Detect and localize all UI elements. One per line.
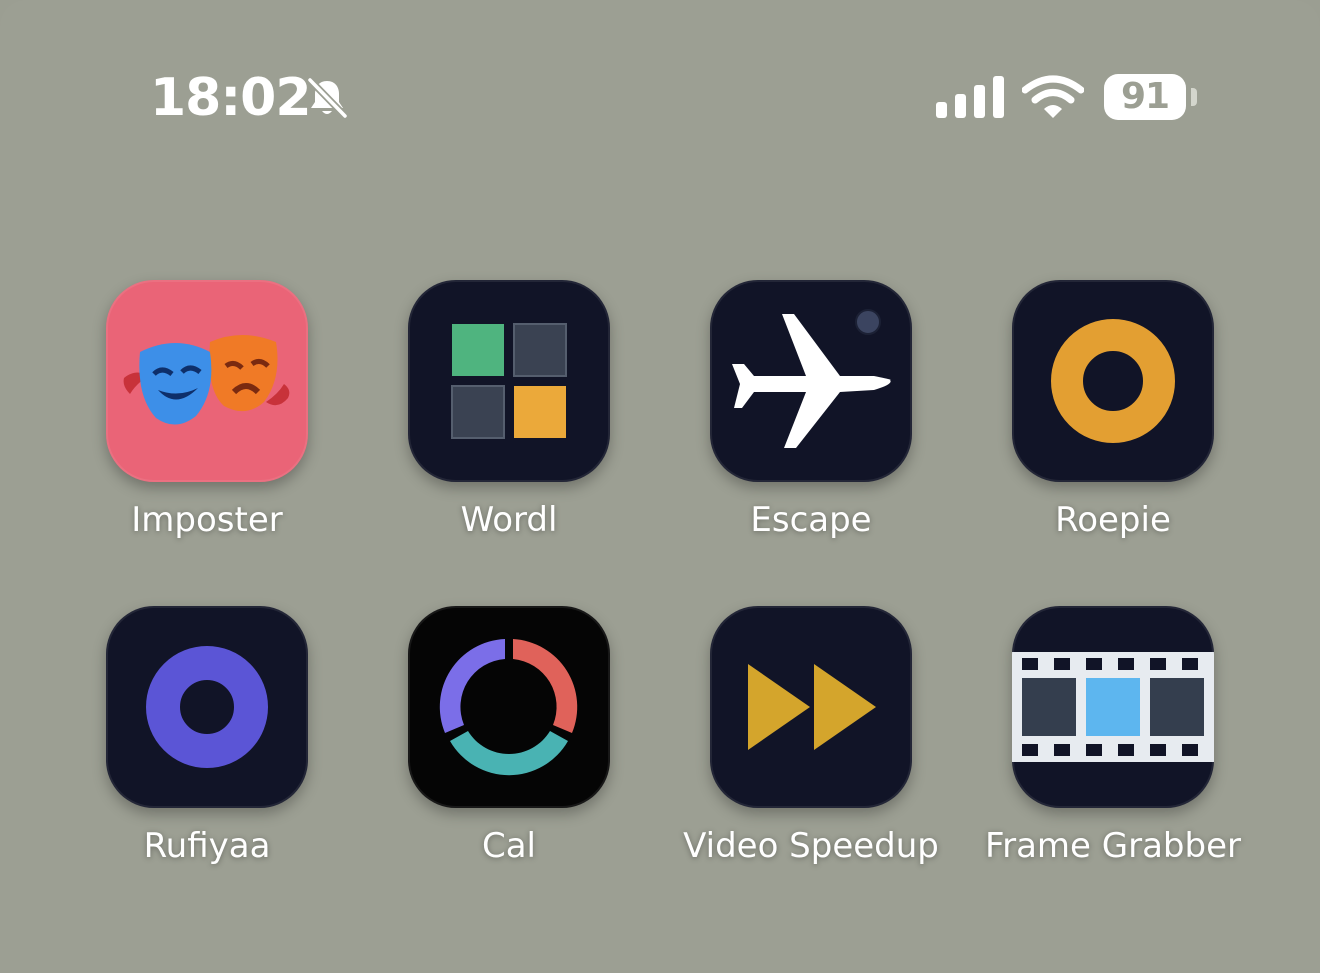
app-label: Imposter xyxy=(131,500,283,540)
app-imposter[interactable]: Imposter xyxy=(62,280,352,560)
app-video-speedup[interactable]: Video Speedup xyxy=(666,606,956,886)
battery-indicator: 91 xyxy=(1104,74,1186,120)
theater-masks-icon[interactable] xyxy=(106,280,308,482)
battery-cap xyxy=(1191,88,1197,106)
fast-forward-icon[interactable] xyxy=(710,606,912,808)
battery-level: 91 xyxy=(1120,76,1170,117)
app-label: Cal xyxy=(481,826,537,866)
purple-ring-icon[interactable] xyxy=(106,606,308,808)
film-strip-icon[interactable] xyxy=(1012,606,1214,808)
home-screen: 18:02 91 Imposter Wordl Escape Roepie Ru… xyxy=(0,0,1320,973)
airplane-icon[interactable] xyxy=(710,280,912,482)
bell-slash-icon xyxy=(307,77,348,119)
app-wordl[interactable]: Wordl xyxy=(364,280,654,560)
app-label: Wordl xyxy=(460,500,558,540)
app-label: Roepie xyxy=(1055,500,1171,540)
app-label: Frame Grabber xyxy=(985,826,1241,866)
app-label: Rufiyaa xyxy=(143,826,271,866)
cellular-signal-icon xyxy=(936,76,1004,118)
app-label: Escape xyxy=(750,500,872,540)
app-roepie[interactable]: Roepie xyxy=(968,280,1258,560)
wifi-icon xyxy=(1022,75,1084,118)
orange-ring-icon[interactable] xyxy=(1012,280,1214,482)
letter-grid-icon[interactable] xyxy=(408,280,610,482)
app-escape[interactable]: Escape xyxy=(666,280,956,560)
app-rufiyaa[interactable]: Rufiyaa xyxy=(62,606,352,886)
app-frame-grabber[interactable]: Frame Grabber xyxy=(968,606,1258,886)
donut-chart-icon[interactable] xyxy=(408,606,610,808)
app-label: Video Speedup xyxy=(683,826,939,866)
app-cal[interactable]: Cal xyxy=(364,606,654,886)
status-time: 18:02 xyxy=(150,68,312,128)
